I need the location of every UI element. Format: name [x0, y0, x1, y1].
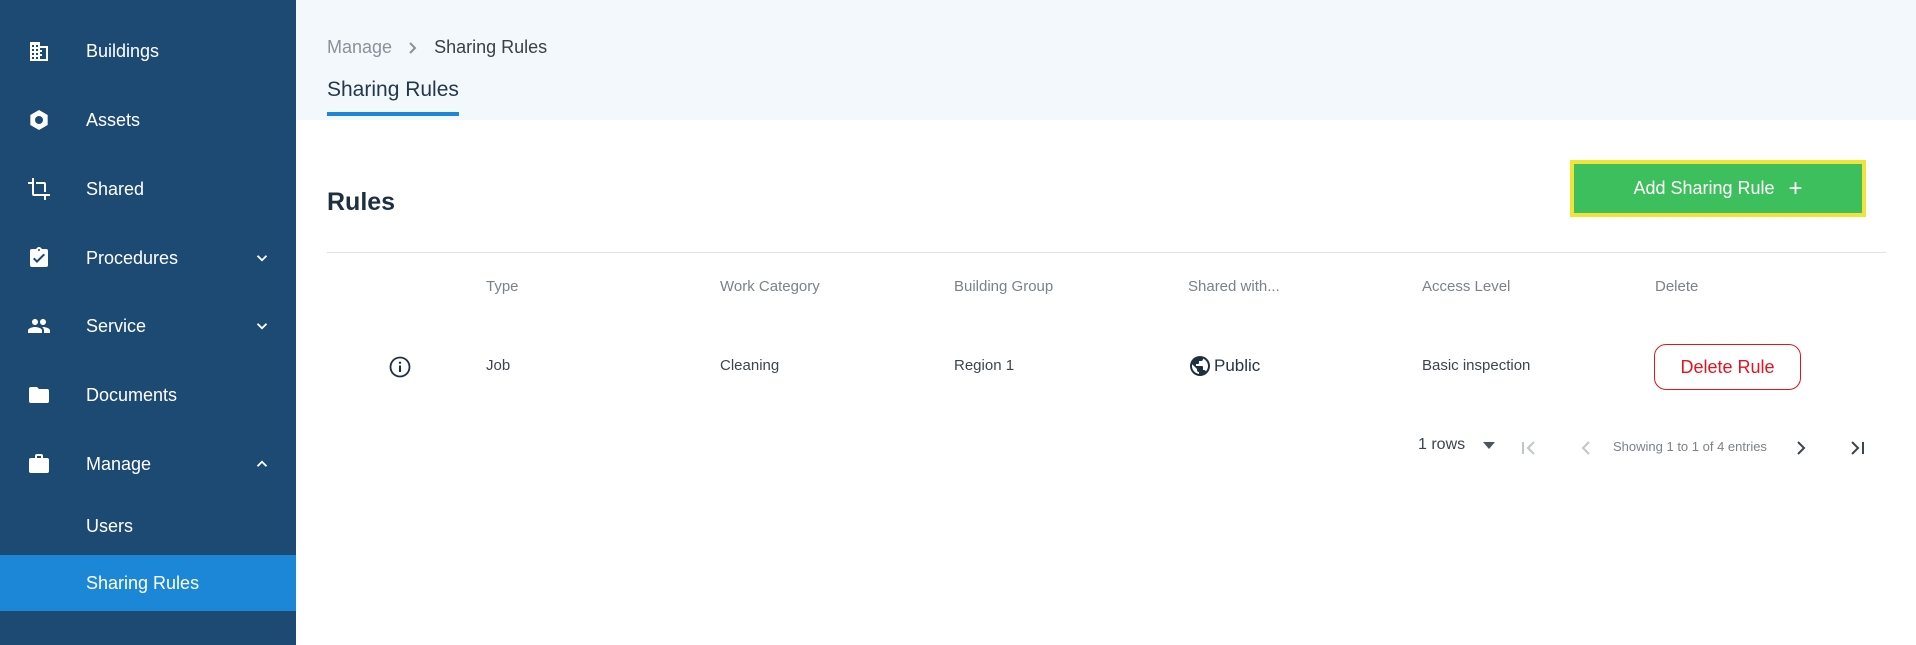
sidebar-item-buildings[interactable]: Buildings: [0, 21, 296, 81]
sidebar-item-procedures[interactable]: Procedures: [0, 228, 296, 288]
sidebar-item-manage[interactable]: Manage: [0, 434, 296, 494]
shared-with-label: Public: [1214, 356, 1261, 375]
sidebar-subitem-label: Users: [86, 515, 134, 536]
first-page-icon[interactable]: [1517, 436, 1541, 460]
caret-down-icon: [1483, 441, 1496, 449]
folder-icon: [26, 382, 52, 408]
breadcrumb-link-manage[interactable]: Manage: [327, 37, 392, 58]
last-page-icon[interactable]: [1845, 436, 1869, 460]
chevron-down-icon[interactable]: [252, 248, 272, 268]
globe-icon: [1190, 356, 1210, 376]
hexagon-icon: [26, 107, 52, 133]
buildings-icon: [26, 38, 52, 64]
briefcase-icon: [26, 451, 52, 477]
add-sharing-rule-button[interactable]: Add Sharing Rule +: [1570, 160, 1866, 217]
sidebar-item-assets[interactable]: Assets: [0, 90, 296, 150]
sidebar-item-label: Assets: [86, 109, 141, 130]
breadcrumb-current: Sharing Rules: [434, 37, 548, 57]
column-header-building-group[interactable]: Building Group: [954, 278, 1053, 295]
sidebar-item-label: Documents: [86, 384, 178, 405]
previous-page-icon[interactable]: [1574, 436, 1598, 460]
divider: [327, 252, 1886, 253]
sidebar-item-label: Buildings: [86, 40, 160, 61]
section-title: Rules: [327, 188, 396, 216]
sidebar-item-label: Service: [86, 315, 147, 336]
column-header-type[interactable]: Type: [486, 278, 519, 295]
column-header-delete: Delete: [1655, 278, 1699, 295]
info-icon[interactable]: [388, 355, 412, 379]
people-icon: [26, 313, 52, 339]
sidebar-item-shared[interactable]: Shared: [0, 159, 296, 219]
delete-rule-button[interactable]: Delete Rule: [1654, 344, 1801, 390]
sidebar-item-service[interactable]: Service: [0, 296, 296, 356]
cell-building-group: Region 1: [954, 357, 1015, 374]
plus-icon: +: [1788, 174, 1803, 202]
chevron-down-icon[interactable]: [252, 316, 272, 336]
next-page-icon[interactable]: [1789, 436, 1813, 460]
crop-icon: [26, 176, 52, 202]
add-sharing-rule-label: Add Sharing Rule: [1633, 178, 1775, 198]
cell-work-category: Cleaning: [720, 357, 780, 374]
sidebar-subitem-sharing-rules[interactable]: Sharing Rules: [0, 555, 296, 611]
cell-shared-with: Public: [1188, 354, 1260, 378]
breadcrumb: Manage Sharing Rules: [327, 37, 547, 58]
sidebar-item-label: Shared: [86, 178, 145, 199]
tab-sharing-rules[interactable]: Sharing Rules: [327, 78, 459, 116]
chevron-up-icon[interactable]: [252, 454, 272, 474]
rows-per-page-value: 1 rows: [1418, 436, 1466, 453]
rows-per-page-select[interactable]: 1 rows: [1418, 436, 1496, 454]
sidebar-item-documents[interactable]: Documents: [0, 365, 296, 425]
column-header-work-category[interactable]: Work Category: [720, 278, 820, 295]
cell-access-level: Basic inspection: [1422, 357, 1531, 374]
cell-type: Job: [486, 357, 511, 374]
pagination-info: Showing 1 to 1 of 4 entries: [1613, 439, 1767, 454]
sidebar: Buildings Assets Shared Procedures Servi…: [0, 0, 296, 645]
sidebar-item-label: Procedures: [86, 247, 179, 268]
column-header-shared-with[interactable]: Shared with...: [1188, 278, 1280, 295]
sidebar-item-label: Manage: [86, 453, 152, 474]
chevron-right-icon: [404, 40, 420, 56]
sidebar-subitem-users[interactable]: Users: [0, 498, 296, 554]
column-header-access-level[interactable]: Access Level: [1422, 278, 1510, 295]
sidebar-subitem-label: Sharing Rules: [86, 572, 200, 593]
clipboard-check-icon: [26, 245, 52, 271]
page-header: Manage Sharing Rules Sharing Rules: [296, 0, 1916, 120]
